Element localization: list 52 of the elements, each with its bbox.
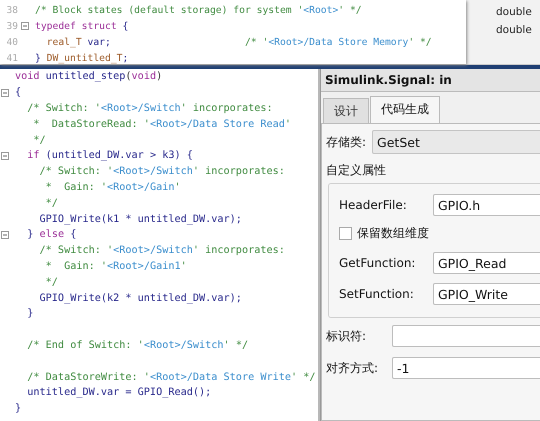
code-line: */ (44, 198, 58, 209)
line-number: 39 (6, 20, 18, 32)
code-line: GPIO_Write(k1 * untitled_DW.var); (38, 214, 242, 225)
code-line: /* Switch: '<Root>/Switch' incorporates: (26, 102, 273, 114)
field-label: HeaderFile: (339, 198, 408, 212)
table-cell-text: double (496, 24, 533, 36)
collapse-icon[interactable] (1, 152, 9, 160)
field-label: GetFunction: (339, 256, 416, 270)
collapse-icon[interactable] (1, 230, 9, 239)
tab[interactable]: 设计 (323, 98, 369, 123)
code-line: */ (44, 276, 58, 288)
code-line: untitled_DW.var = GPIO_Read(); (26, 387, 212, 398)
code-line: void untitled_step(void) (15, 71, 162, 82)
code-line: */ (32, 134, 46, 146)
code-line: * Gain: '<Root>/Gain1' (44, 260, 187, 272)
line-number: 41 (6, 52, 18, 64)
dialog-title: Simulink.Signal: in (321, 69, 540, 92)
code-line: * Gain: '<Root>/Gain' (44, 182, 181, 193)
code-line: { (15, 87, 22, 98)
code-line: } DW_untitled_T; (35, 52, 128, 64)
code-line: /* DataStoreWrite: '<Root>/Data Store Write' */ (26, 372, 316, 383)
code-line: typedef struct { (35, 20, 128, 32)
input-field[interactable]: GPIO.h (433, 194, 540, 216)
code-line: /* Switch: '<Root>/Switch' incorporates: (38, 166, 285, 178)
input-field[interactable]: GPIO_Read (433, 252, 540, 274)
line-number: 38 (6, 4, 18, 16)
group-title: 自定义属性 (326, 162, 387, 179)
code-line: } else { (26, 229, 76, 240)
field-label: 对齐方式: (326, 360, 380, 376)
storage-class-dropdown[interactable]: GetSet (372, 130, 540, 154)
field-label: SetFunction: (339, 287, 415, 301)
collapse-icon[interactable] (1, 88, 9, 97)
input-field[interactable]: GPIO_Write (433, 283, 540, 305)
code-line: /* End of Switch: '<Root>/Switch' */ (26, 340, 248, 351)
table-cell-text: double (496, 6, 533, 18)
input-field[interactable] (392, 325, 540, 347)
field-label: 存储类: (326, 134, 366, 150)
code-line: } (15, 403, 22, 414)
code-line: /* Block states (default storage) for system '<Root>' */ (35, 4, 362, 16)
code-line: GPIO_Write(k2 * untitled_DW.var); (38, 292, 242, 304)
code-line: * DataStoreRead: '<Root>/Data Store Read' (32, 118, 292, 130)
checkbox-label: 保留数组维度 (357, 224, 429, 242)
checkbox[interactable] (339, 226, 352, 240)
field-label: 标识符: (326, 328, 368, 344)
code-line: } (26, 308, 34, 320)
code-line: if (untitled_DW.var > k3) { (26, 150, 193, 162)
input-field[interactable]: -1 (392, 357, 540, 379)
code-line: /* Switch: '<Root>/Switch' incorporates: (38, 245, 285, 256)
collapse-icon[interactable] (20, 22, 28, 30)
code-line: real_T var; /* '<Root>/Data Store Memory' */ (46, 36, 432, 48)
line-number: 40 (6, 36, 18, 48)
tab[interactable]: 代码生成 (370, 96, 440, 123)
